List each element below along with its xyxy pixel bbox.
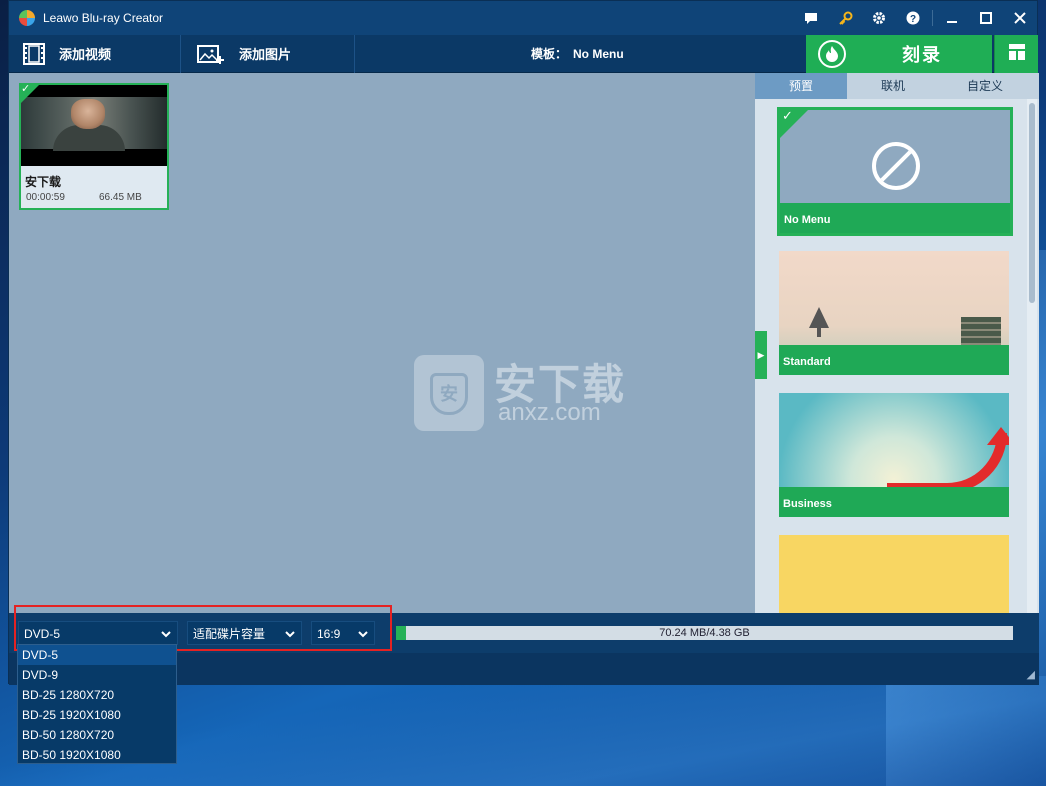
window-title: Leawo Blu-ray Creator xyxy=(43,11,164,25)
template-value: No Menu xyxy=(573,47,624,61)
flame-icon xyxy=(818,40,846,68)
chat-icon[interactable] xyxy=(794,1,828,35)
dropdown-item[interactable]: DVD-9 xyxy=(18,665,176,685)
scrollbar-thumb[interactable] xyxy=(1029,103,1035,303)
capacity-bar: 70.24 MB/4.38 GB xyxy=(396,626,1013,640)
watermark-shield-icon: 安 xyxy=(414,355,484,431)
template-label: 模板： xyxy=(531,47,568,61)
chevron-down-icon xyxy=(285,622,295,655)
collapse-panel-button[interactable]: ▶ xyxy=(755,331,767,379)
arrow-tip-illustration xyxy=(987,427,1009,445)
video-workspace: ✓ 安下载 00:00:59 66.45 MB 安 安下载 anxz.com xyxy=(9,73,755,613)
film-icon xyxy=(23,42,45,65)
tab-custom[interactable]: 自定义 xyxy=(939,73,1031,99)
video-size: 66.45 MB xyxy=(99,192,142,203)
template-label: Business xyxy=(783,498,832,510)
template-no-menu[interactable]: ✓ No Menu xyxy=(777,107,1013,236)
check-mark-icon: ✓ xyxy=(21,83,31,95)
maximize-icon[interactable] xyxy=(969,1,1003,35)
gear-icon[interactable] xyxy=(862,1,896,35)
dropdown-item[interactable]: BD-25 1920X1080 xyxy=(18,705,176,725)
resize-grip-icon[interactable]: ◢ xyxy=(1027,668,1035,681)
template-fourth[interactable] xyxy=(779,535,1009,613)
aspect-ratio-select[interactable]: 16:9 xyxy=(311,621,375,645)
fit-mode-value: 适配碟片容量 xyxy=(193,627,266,641)
burn-button[interactable]: 刻录 xyxy=(806,35,992,73)
key-icon[interactable] xyxy=(828,1,862,35)
main-toolbar: 添加视频 添加图片 模板： No Menu 刻录 xyxy=(9,34,1038,73)
add-image-button[interactable]: 添加图片 xyxy=(181,34,355,73)
title-bar-controls: ? xyxy=(794,1,1037,35)
watermark-badge: 安 xyxy=(430,373,468,415)
help-icon[interactable]: ? xyxy=(896,1,930,35)
template-label: Standard xyxy=(783,356,831,368)
lamp-illustration xyxy=(809,307,829,337)
template-list: ✓ No Menu Standard Business xyxy=(755,99,1027,613)
chevron-down-icon xyxy=(358,622,368,655)
dropdown-item[interactable]: BD-50 1920X1080 xyxy=(18,745,176,765)
disc-type-dropdown: DVD-5 DVD-9 BD-25 1280X720 BD-25 1920X10… xyxy=(17,644,177,764)
dropdown-item[interactable]: DVD-5 xyxy=(18,645,176,665)
add-video-button[interactable]: 添加视频 xyxy=(9,34,181,73)
title-bar-separator xyxy=(932,10,933,26)
add-video-label: 添加视频 xyxy=(59,47,112,62)
aspect-ratio-value: 16:9 xyxy=(317,627,341,641)
close-icon[interactable] xyxy=(1003,1,1037,35)
template-scrollbar[interactable] xyxy=(1027,99,1037,613)
add-image-icon xyxy=(197,43,225,65)
thumbnail-figure-face xyxy=(71,99,105,129)
fit-mode-select[interactable]: 适配碟片容量 xyxy=(187,621,302,645)
layout-toggle-button[interactable] xyxy=(994,35,1038,73)
video-name: 安下载 xyxy=(25,175,62,189)
tab-preset[interactable]: 预置 xyxy=(755,73,847,99)
app-logo-icon xyxy=(19,10,35,26)
template-indicator: 模板： No Menu xyxy=(531,35,624,73)
minimize-icon[interactable] xyxy=(935,1,969,35)
dropdown-item[interactable]: BD-25 1280X720 xyxy=(18,685,176,705)
title-bar: Leawo Blu-ray Creator ? xyxy=(9,1,1037,35)
disc-type-value: DVD-5 xyxy=(24,627,61,641)
template-label: No Menu xyxy=(784,214,831,226)
check-mark-icon: ✓ xyxy=(782,108,793,123)
template-standard[interactable]: Standard xyxy=(779,251,1009,375)
template-business[interactable]: Business xyxy=(779,393,1009,517)
watermark: 安 安下载 anxz.com xyxy=(414,351,634,431)
template-tabs: 预置 联机 自定义 xyxy=(755,73,1039,99)
video-thumbnail-image xyxy=(21,85,167,166)
svg-text:?: ? xyxy=(910,14,916,25)
books-illustration xyxy=(961,317,1001,345)
template-panel: 预置 联机 自定义 ✓ No Menu Standard Business xyxy=(755,73,1039,613)
layout-icon xyxy=(1008,43,1026,66)
burn-label: 刻录 xyxy=(902,45,942,65)
tab-online[interactable]: 联机 xyxy=(847,73,939,99)
video-thumbnail-card[interactable]: ✓ 安下载 00:00:59 66.45 MB xyxy=(19,83,169,210)
add-image-label: 添加图片 xyxy=(239,47,292,62)
app-window: Leawo Blu-ray Creator ? 添加视频 添加图片 模板： No… xyxy=(8,0,1039,685)
capacity-text: 70.24 MB/4.38 GB xyxy=(659,627,750,639)
video-duration: 00:00:59 xyxy=(26,192,65,203)
dropdown-item[interactable]: BD-50 1280X720 xyxy=(18,725,176,745)
disc-type-select[interactable]: DVD-5 xyxy=(18,621,178,645)
watermark-subtitle: anxz.com xyxy=(498,399,601,426)
